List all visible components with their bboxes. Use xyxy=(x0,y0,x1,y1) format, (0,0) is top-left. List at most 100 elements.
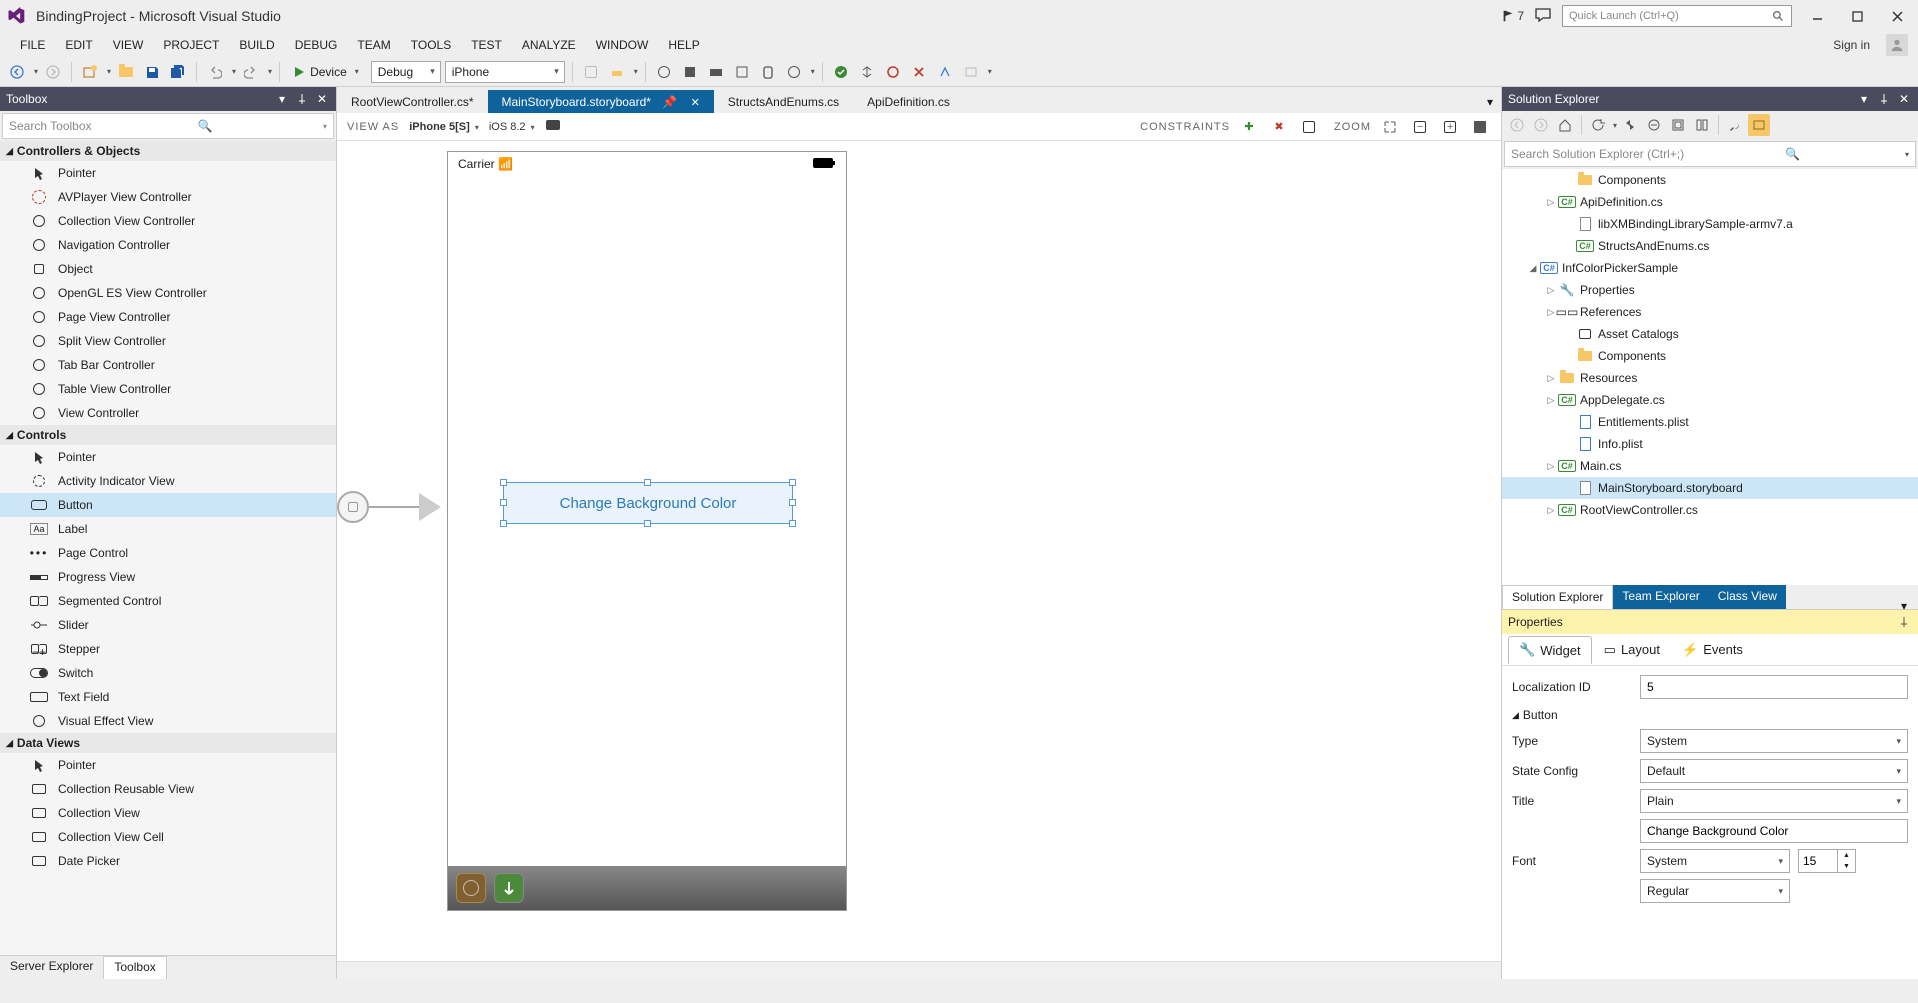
toolbar-btn-11[interactable] xyxy=(908,61,930,83)
window-maximize-button[interactable] xyxy=(1842,5,1872,27)
localization-id-input[interactable] xyxy=(1640,675,1908,699)
toolbox-item[interactable]: Object xyxy=(0,257,336,281)
toolbox-pin-icon[interactable] xyxy=(294,91,310,107)
tab-pin-icon[interactable]: 📌 xyxy=(662,95,677,109)
menu-file[interactable]: FILE xyxy=(10,34,55,56)
tree-item[interactable]: Components xyxy=(1502,345,1918,367)
menu-analyze[interactable]: ANALYZE xyxy=(512,34,586,56)
toolbar-btn-3[interactable] xyxy=(653,61,675,83)
toolbox-item[interactable]: Pointer xyxy=(0,161,336,185)
toolbox-group-header[interactable]: ◢ Controllers & Objects xyxy=(0,141,336,161)
iphone-canvas[interactable]: Carrier 📶 Change Background Color xyxy=(447,151,847,911)
tab-server-explorer[interactable]: Server Explorer xyxy=(0,956,103,979)
resize-handle[interactable] xyxy=(789,479,796,486)
resize-handle[interactable] xyxy=(789,520,796,527)
sign-in-link[interactable]: Sign in xyxy=(1823,34,1880,56)
resize-handle[interactable] xyxy=(789,499,796,506)
se-preview-icon[interactable] xyxy=(1748,114,1770,136)
se-sync-icon[interactable] xyxy=(1619,114,1641,136)
window-close-button[interactable] xyxy=(1882,5,1912,27)
toolbox-item[interactable]: Collection Reusable View xyxy=(0,777,336,801)
tabs-dropdown-icon[interactable]: ▾ xyxy=(1479,91,1501,113)
button-section-header[interactable]: ◢Button xyxy=(1512,708,1908,722)
toolbox-item[interactable]: Collection View Controller xyxy=(0,209,336,233)
tree-expander-icon[interactable]: ▷ xyxy=(1544,395,1558,406)
toolbar-btn-9[interactable] xyxy=(856,61,878,83)
resize-handle[interactable] xyxy=(500,479,507,486)
se-back-icon[interactable] xyxy=(1506,114,1528,136)
new-project-button[interactable] xyxy=(79,61,101,83)
tree-item[interactable]: ▷C#Main.cs xyxy=(1502,455,1918,477)
toolbar-check-btn[interactable] xyxy=(830,61,852,83)
dock-icon-2[interactable] xyxy=(494,873,524,903)
toolbox-item[interactable]: Button xyxy=(0,493,336,517)
toolbox-item[interactable]: AVPlayer View Controller xyxy=(0,185,336,209)
toolbox-item[interactable]: Text Field xyxy=(0,685,336,709)
se-showall-icon[interactable] xyxy=(1667,114,1689,136)
resize-handle[interactable] xyxy=(644,520,651,527)
toolbox-item[interactable]: Pointer xyxy=(0,753,336,777)
se-collapse-icon[interactable] xyxy=(1643,114,1665,136)
horizontal-scrollbar[interactable] xyxy=(337,961,1501,979)
toolbox-item[interactable]: Visual Effect View xyxy=(0,709,336,733)
se-properties-icon[interactable] xyxy=(1691,114,1713,136)
search-dropdown-icon[interactable]: ▾ xyxy=(323,122,327,131)
feedback-icon[interactable] xyxy=(1534,6,1552,27)
toolbox-item[interactable]: AaLabel xyxy=(0,517,336,541)
zoom-fit-icon[interactable] xyxy=(1379,116,1401,138)
tree-item[interactable]: Info.plist xyxy=(1502,433,1918,455)
toolbox-item[interactable]: Table View Controller xyxy=(0,377,336,401)
tree-item[interactable]: ▷▭▭References xyxy=(1502,301,1918,323)
prop-tab-events[interactable]: ⚡ Events xyxy=(1672,637,1753,663)
se-forward-icon[interactable] xyxy=(1530,114,1552,136)
configuration-combo[interactable]: Debug xyxy=(371,61,441,83)
platform-combo[interactable]: iPhone xyxy=(445,61,565,83)
zoom-in-icon[interactable]: + xyxy=(1439,116,1461,138)
tab-apidefinition[interactable]: ApiDefinition.cs xyxy=(853,90,964,113)
tree-item[interactable]: Entitlements.plist xyxy=(1502,411,1918,433)
toolbar-btn-8[interactable] xyxy=(783,61,805,83)
constraints-add-icon[interactable]: ✚ xyxy=(1238,116,1260,138)
tab-rootviewcontroller[interactable]: RootViewController.cs* xyxy=(337,90,488,113)
se-dropdown-icon[interactable]: ▾ xyxy=(1856,91,1872,107)
nav-forward-button[interactable] xyxy=(42,61,64,83)
start-debug-button[interactable]: Device ▾ xyxy=(287,60,367,84)
orientation-icon[interactable] xyxy=(545,119,561,134)
redo-dropdown[interactable]: ▾ xyxy=(268,67,272,76)
menu-project[interactable]: PROJECT xyxy=(153,34,229,56)
toolbar-btn-4[interactable] xyxy=(679,61,701,83)
tree-item[interactable]: ▷C#AppDelegate.cs xyxy=(1502,389,1918,411)
toolbox-item[interactable]: Pointer xyxy=(0,445,336,469)
toolbox-item[interactable]: Collection View Cell xyxy=(0,825,336,849)
toolbox-item[interactable]: Split View Controller xyxy=(0,329,336,353)
prop-tab-layout[interactable]: ▭ Layout xyxy=(1594,637,1670,663)
stepper-down-icon[interactable]: ▼ xyxy=(1838,861,1855,872)
initial-view-controller-arrow[interactable] xyxy=(337,491,441,523)
toolbox-item[interactable]: Collection View xyxy=(0,801,336,825)
notifications-flag[interactable]: 7 xyxy=(1501,9,1524,23)
menu-test[interactable]: TEST xyxy=(461,34,512,56)
undo-button[interactable] xyxy=(204,61,226,83)
stepper-up-icon[interactable]: ▲ xyxy=(1838,850,1855,861)
tree-expander-icon[interactable]: ▷ xyxy=(1544,197,1558,208)
title-text-input[interactable] xyxy=(1640,819,1908,843)
tree-item[interactable]: ▷C#RootViewController.cs xyxy=(1502,499,1918,521)
menu-tools[interactable]: TOOLS xyxy=(401,34,461,56)
se-close-icon[interactable]: ✕ xyxy=(1896,91,1912,107)
toolbar-btn-13[interactable] xyxy=(960,61,982,83)
tab-solution-explorer[interactable]: Solution Explorer xyxy=(1502,585,1613,609)
toolbar-btn-12[interactable] xyxy=(934,61,956,83)
se-home-icon[interactable] xyxy=(1554,114,1576,136)
solution-tree[interactable]: Components▷C#ApiDefinition.cslibXMBindin… xyxy=(1502,169,1918,585)
dock-icon-1[interactable] xyxy=(456,873,486,903)
quick-launch-input[interactable]: Quick Launch (Ctrl+Q) xyxy=(1562,5,1792,27)
tree-expander-icon[interactable]: ▷ xyxy=(1544,373,1558,384)
tree-expander-icon[interactable]: ▷ xyxy=(1544,285,1558,296)
toolbar-btn-5[interactable] xyxy=(705,61,727,83)
toolbox-item[interactable]: •••Page Control xyxy=(0,541,336,565)
tab-close-icon[interactable]: ✕ xyxy=(691,97,700,109)
toolbar-btn-1[interactable] xyxy=(580,61,602,83)
constraints-frame-icon[interactable] xyxy=(1298,116,1320,138)
se-search-input[interactable]: Search Solution Explorer (Ctrl+;) 🔍 ▾ xyxy=(1504,141,1916,167)
tree-item[interactable]: ▷C#ApiDefinition.cs xyxy=(1502,191,1918,213)
